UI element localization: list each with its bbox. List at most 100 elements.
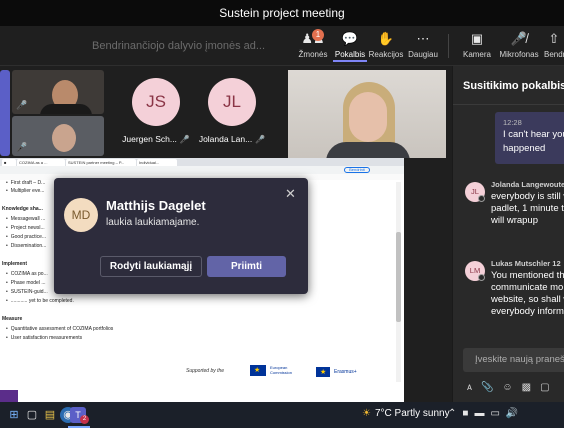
teams-icon[interactable]: T 2 [70,407,89,424]
presence-icon [478,195,485,202]
attach-icon[interactable]: 📎 [481,382,493,393]
people-label: Žmonės [298,50,328,59]
doc-line: ............ yet to be completed. [6,298,74,304]
mic-label: Mikrofonas [499,50,539,59]
doc-scrollbar[interactable] [396,182,401,382]
browser-tab: COZIMA as a ... [17,159,65,166]
participant-name: Juergen Sch... [122,134,177,144]
doc-line: User satisfaction measurements [6,335,82,341]
participant-name-row: Jolanda Lan... 🎤 [192,134,272,144]
view-lobby-button[interactable]: Rodyti laukiamąjį [100,256,202,277]
doc-line: First draft – D... [6,180,45,186]
people-count-badge: 1 [312,29,324,41]
people-button[interactable]: ♟♟ 1 Žmonės [296,29,330,64]
doc-heading: Measure [2,316,23,322]
system-tray: ⌃ ■ ▬ ▭ 🔊 [448,408,524,419]
browser-tab: Individual... [137,159,177,166]
meeting-chat-panel: Susitikimo pokalbis 12:28 I can't hear y… [452,66,564,402]
format-icon[interactable]: ᴀ [467,382,472,393]
eu-commission-logo: European Commission [250,364,306,378]
stage-gap [404,158,452,402]
windows-taskbar: ⊞ ▢ ▤ ◉ T 2 ☀ 7°C Partly sunny ⌃ ■ ▬ ▭ 🔊 [0,402,564,428]
doc-line: Project newsl... [6,225,45,231]
meeting-toolbar: Bendrinančiojo dalyvio įmonės ad... ♟♟ 1… [0,26,564,66]
volume-icon[interactable]: 🔊 [506,408,518,419]
message-text: everybody is still w padlet, 1 minute th… [491,191,564,227]
reactions-label: Reakcijos [368,50,404,59]
chat-label: Pokalbis [333,50,367,62]
mic-off-icon: 🎤 [16,142,28,152]
message-line: You mentioned tha [491,270,564,281]
doc-heading: Implement [2,261,28,267]
participant-tile-js[interactable]: JS Juergen Sch... 🎤 [116,78,196,144]
message-text: happened [503,143,546,154]
chat-button[interactable]: 💬 Pokalbis [333,30,367,64]
sticker-icon[interactable]: ▢ [540,382,549,393]
self-video-tile[interactable] [0,70,10,156]
chat-message[interactable]: JL Jolanda Langewoute... everybody is st… [453,180,564,240]
teams-badge: 2 [80,415,89,424]
lobby-person-name: Matthijs Dagelet [106,198,206,213]
camera-button[interactable]: ▣ Kamera [462,30,492,64]
teams-meeting-window: Sustein project meeting Bendrinančiojo d… [0,0,564,428]
message-text: You mentioned tha communicate mor websit… [491,270,564,318]
avatar: JL [208,78,256,126]
reactions-button[interactable]: ✋ Reakcijos [368,30,404,64]
browser-tab: SUSTEIN partner meeting – P... [66,159,136,166]
doc-heading: Knowledge sha... [2,206,43,212]
mic-off-icon: 🎤̸ [510,31,528,46]
active-speaker-video[interactable] [288,70,446,158]
doc-line: Good practice... [6,234,46,240]
file-explorer-icon[interactable]: ▤ [42,407,58,423]
message-author: Lukas Mutschler 12 [491,259,561,268]
scrollbar-thumb[interactable] [396,232,401,322]
browser-address-bar: Bendrinti [0,166,404,174]
share-label: Bendrin [544,50,564,59]
own-chat-message[interactable]: 12:28 I can't hear you happened [495,112,564,164]
temperature: 7°C [374,408,392,419]
more-button[interactable]: ⋯ Daugiau [407,30,439,64]
erasmus-logo-text: Erasmus+ [334,369,357,375]
avatar-initials: JL [471,187,479,196]
network-icon[interactable]: ▬ [474,408,484,419]
doc-corner-decoration [0,390,18,402]
admit-button[interactable]: Priimti [207,256,286,277]
doc-line: Dissemination... [6,243,47,249]
message-line: everybody informe [491,306,564,317]
task-view-icon[interactable]: ▢ [24,407,40,423]
chevron-up-icon[interactable]: ⌃ [448,408,456,419]
doc-line: SUSTEIN-guid... [6,289,48,295]
chat-message[interactable]: LM Lukas Mutschler 12 You mentioned tha … [453,259,564,325]
monitor-icon[interactable]: ▭ [490,408,499,419]
doc-line: Messagewall ... [6,216,45,222]
participant-video-tile[interactable]: 🎤 [12,70,104,114]
camera-label: Kamera [462,50,491,59]
emoji-icon[interactable]: ☺ [502,382,512,393]
chat-compose-input[interactable]: Įveskite naują pranešim... [463,348,564,372]
share-button[interactable]: ⇧ Bendrin [544,30,564,64]
start-icon[interactable]: ⊞ [6,407,22,423]
more-label: Daugiau [408,50,438,59]
weather-widget[interactable]: ☀ 7°C Partly sunny [362,408,450,419]
usb-icon[interactable]: ■ [462,408,468,419]
doc-line: Phase model ... [6,280,46,286]
more-icon: ⋯ [416,31,430,46]
weather-icon: ☀ [362,408,371,419]
gif-icon[interactable]: ▩ [522,382,531,393]
lobby-status: laukia laukiamajame. [106,217,200,228]
participant-video-tile[interactable]: 🎤 [12,116,104,156]
mic-button[interactable]: 🎤̸ Mikrofonas [499,30,539,64]
participant-tile-jl[interactable]: JL Jolanda Lan... 🎤 [192,78,272,144]
browser-tab-strip: ■ COZIMA as a ... SUSTEIN partner meetin… [0,158,404,166]
participant-name-row: Juergen Sch... 🎤 [116,134,196,144]
message-line: padlet, 1 minute th [491,203,564,214]
speaker-face [349,92,387,142]
weather-text: Partly sunny [394,408,450,419]
eu-flag-icon [316,367,330,377]
reactions-icon: ✋ [377,31,395,46]
speaker-shirt [326,142,410,158]
avatar: MD [64,198,98,232]
close-icon[interactable]: ✕ [285,186,296,202]
presence-icon [478,274,485,281]
doc-line: COZIMA as po... [6,271,48,277]
